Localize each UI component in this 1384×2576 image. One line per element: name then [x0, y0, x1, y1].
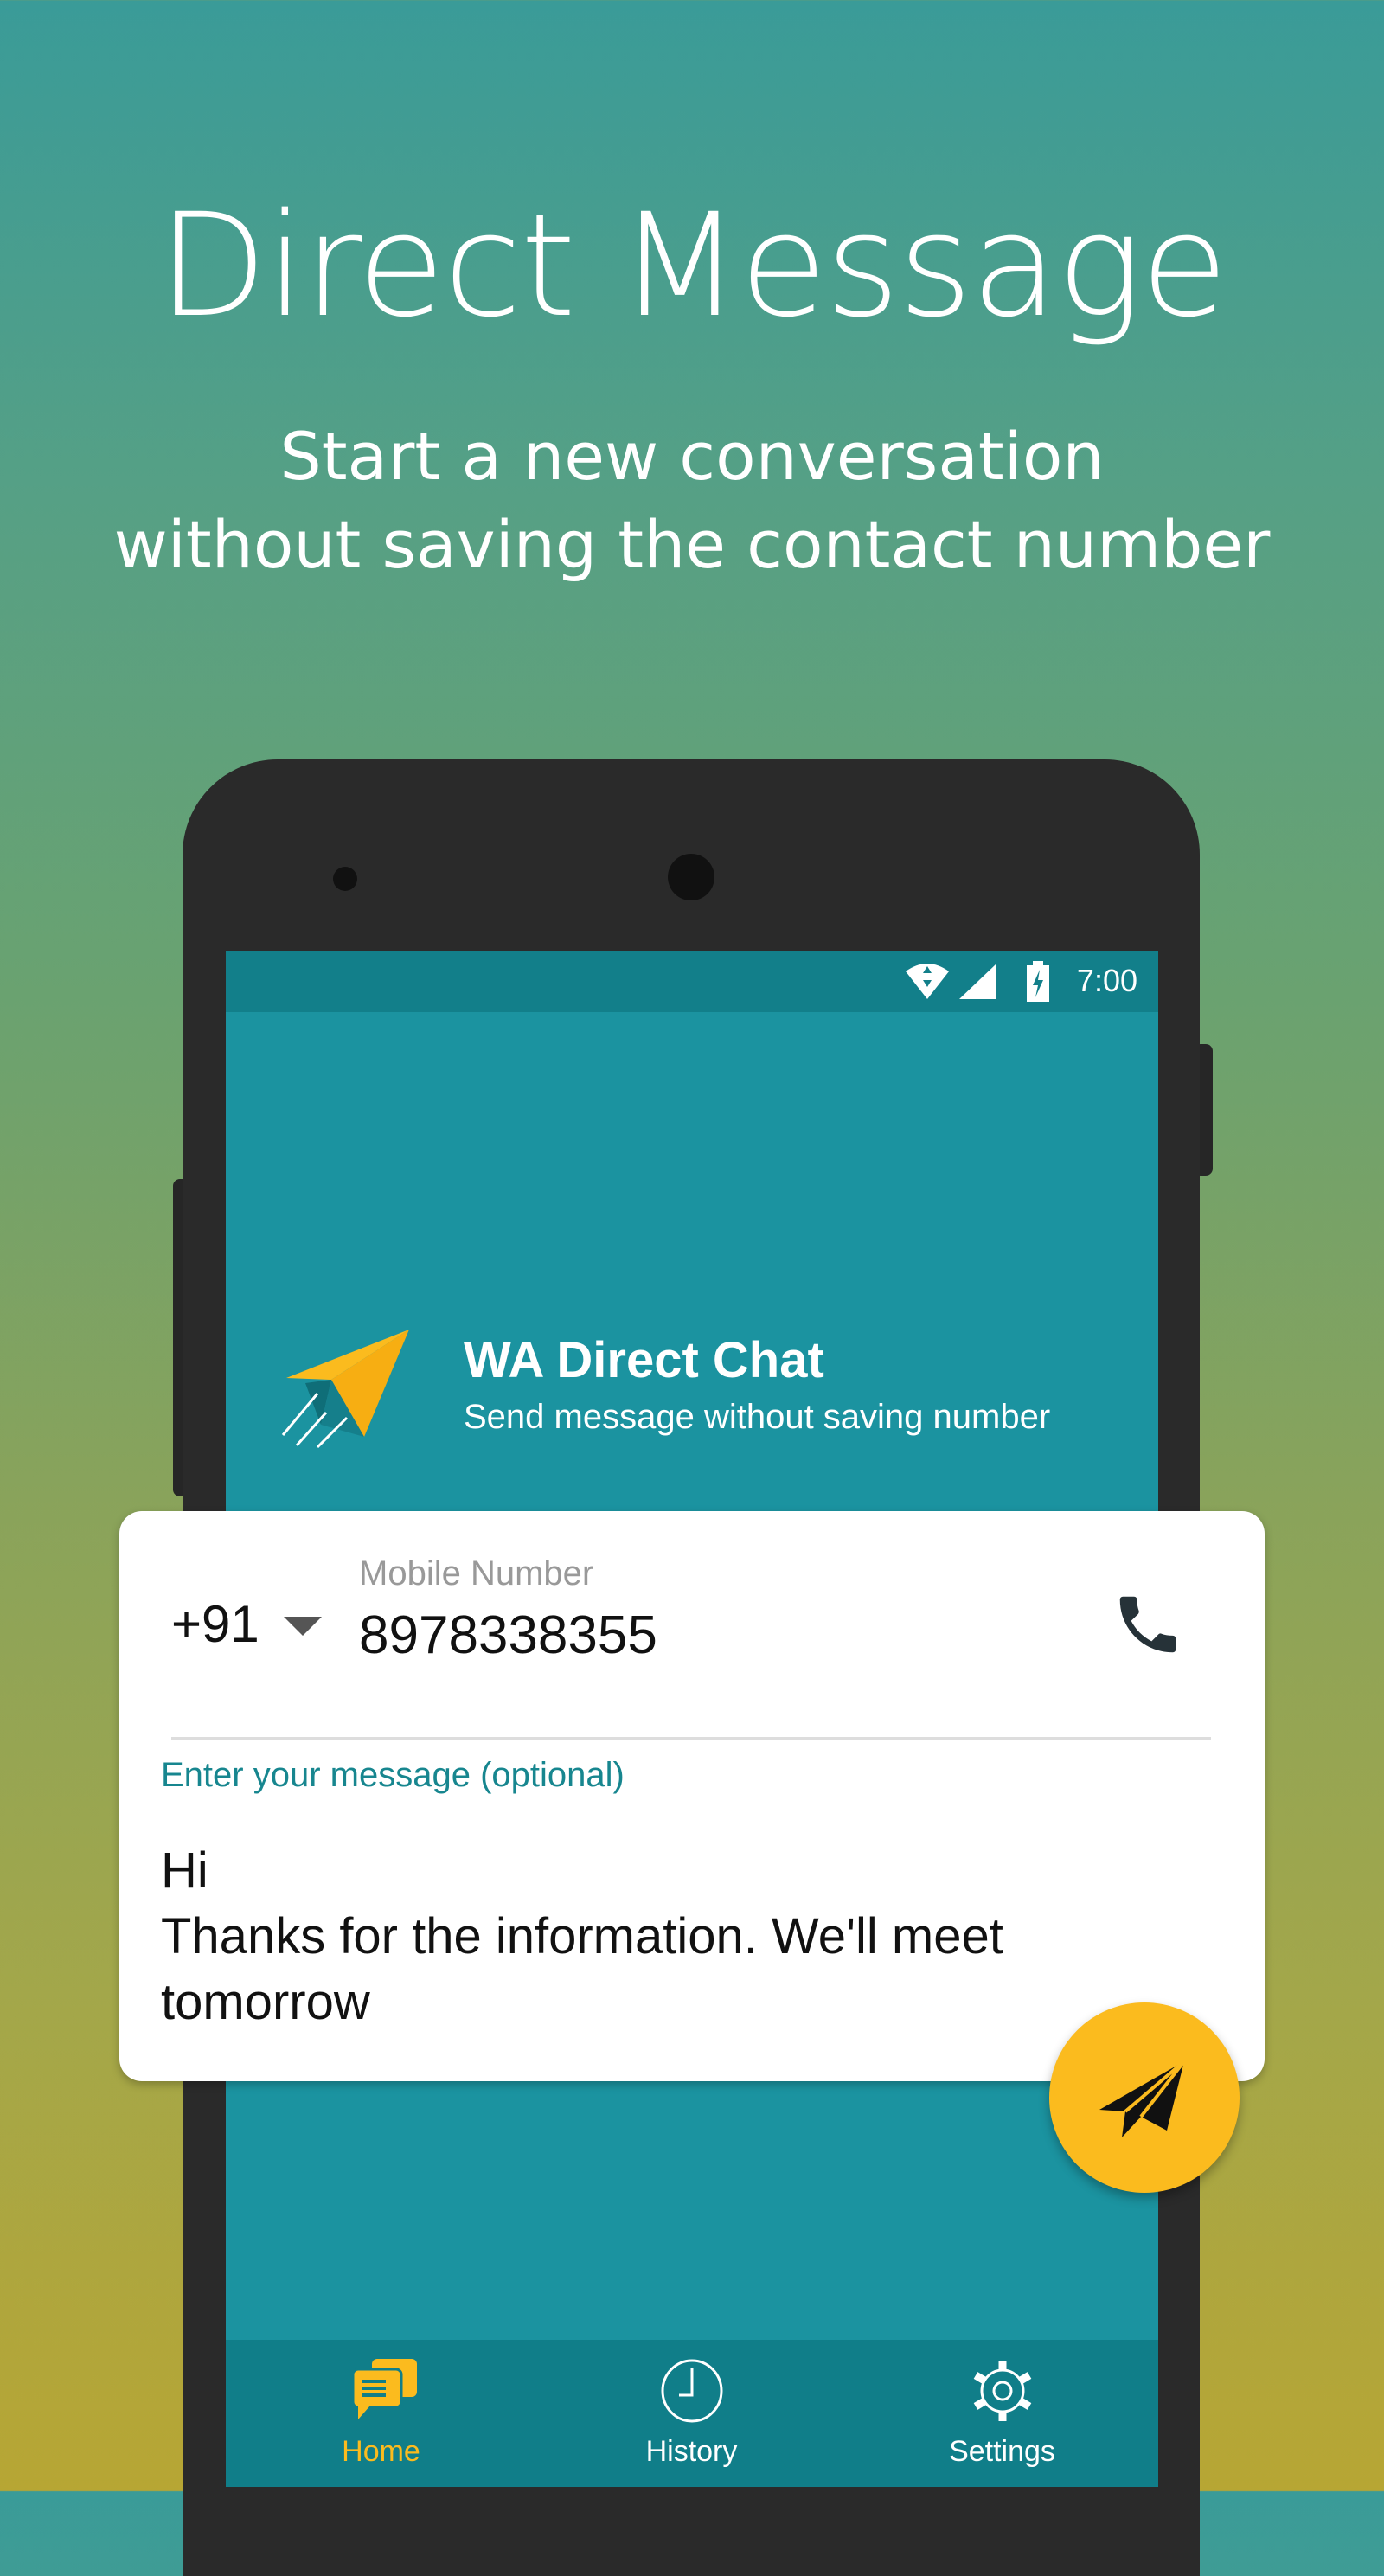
bottom-nav: Home History Settings	[226, 2340, 1158, 2487]
clock-icon	[661, 2359, 723, 2423]
nav-settings-label: Settings	[949, 2435, 1055, 2468]
sensor-icon	[333, 867, 357, 891]
chat-bubbles-icon	[353, 2359, 417, 2419]
message-input[interactable]: Hi Thanks for the information. We'll mee…	[161, 1838, 1003, 2035]
message-label: Enter your message (optional)	[161, 1756, 625, 1794]
phone-icon[interactable]	[1111, 1587, 1185, 1662]
chevron-down-icon[interactable]	[284, 1617, 322, 1636]
paper-plane-logo	[281, 1330, 409, 1449]
message-form-card: +91 Mobile Number 8978338355 Enter your …	[119, 1511, 1265, 2081]
message-line: tomorrow	[161, 1974, 370, 2030]
signal-icon	[959, 964, 996, 999]
app-name: WA Direct Chat	[464, 1332, 824, 1388]
message-line: Thanks for the information. We'll meet	[161, 1908, 1003, 1964]
country-code-select[interactable]: +91	[171, 1594, 260, 1654]
app-tagline: Send message without saving number	[464, 1398, 1051, 1436]
nav-home-label: Home	[342, 2435, 420, 2468]
divider	[171, 1737, 1211, 1740]
mobile-number-label: Mobile Number	[359, 1554, 594, 1592]
status-time: 7:00	[1076, 963, 1137, 998]
message-line: Hi	[161, 1842, 208, 1899]
status-bar: 7:00	[226, 951, 1158, 1012]
battery-charging-icon	[1027, 961, 1049, 1002]
nav-settings[interactable]: Settings	[847, 2340, 1157, 2487]
send-plane-icon	[1099, 2061, 1186, 2137]
gear-icon	[973, 2361, 1032, 2421]
promo-title: Direct Message	[157, 183, 1228, 349]
wifi-icon	[906, 964, 949, 999]
nav-history-label: History	[645, 2435, 738, 2468]
nav-history[interactable]: History	[536, 2340, 847, 2487]
promo-subtitle-line2: without saving the contact number	[113, 506, 1271, 583]
send-button[interactable]	[1049, 2002, 1240, 2193]
camera-icon	[668, 854, 714, 900]
mobile-number-input[interactable]: 8978338355	[359, 1605, 657, 1666]
nav-home[interactable]: Home	[226, 2340, 536, 2487]
promo-subtitle-line1: Start a new conversation	[279, 418, 1105, 495]
